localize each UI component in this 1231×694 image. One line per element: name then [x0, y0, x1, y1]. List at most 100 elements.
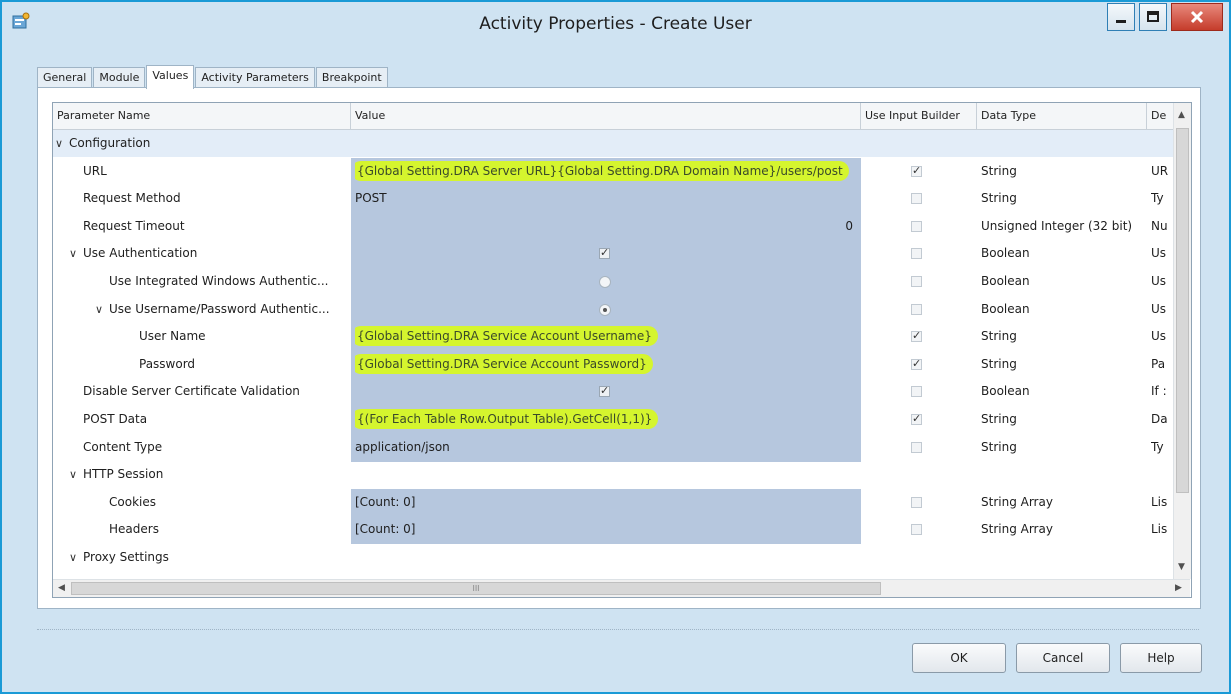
- parameter-name-cell: ∨ Use Authentication: [53, 240, 365, 267]
- value-label: application/json: [355, 439, 450, 454]
- horizontal-scrollbar[interactable]: ◀ III ▶: [53, 579, 1190, 597]
- column-header-value[interactable]: Value: [351, 103, 861, 129]
- column-header-description[interactable]: De: [1147, 103, 1173, 129]
- use-input-builder-checkbox[interactable]: [911, 441, 922, 453]
- use-input-builder-checkbox[interactable]: [911, 220, 922, 232]
- use-input-builder-checkbox[interactable]: [911, 412, 922, 425]
- use-input-builder-checkbox[interactable]: [911, 357, 922, 370]
- scroll-left-arrow-icon[interactable]: ◀: [58, 583, 65, 593]
- use-input-builder-checkbox[interactable]: [911, 329, 922, 343]
- parameter-name-label: Headers: [109, 522, 159, 537]
- horizontal-scroll-thumb[interactable]: III: [71, 582, 881, 595]
- close-icon: [1190, 10, 1204, 24]
- chevron-down-icon[interactable]: ∨: [69, 240, 83, 267]
- parameter-name-label: User Name: [139, 329, 206, 344]
- property-row[interactable]: Content Type application/json String Ty: [53, 433, 1173, 462]
- use-input-builder-checkbox[interactable]: [911, 524, 922, 536]
- tab-module[interactable]: Module: [93, 67, 146, 88]
- parameter-name-label: Use Authentication: [83, 246, 198, 261]
- property-row[interactable]: ∨ Use Username/Password Authentic... Boole…: [53, 295, 1173, 324]
- use-input-builder-checkbox[interactable]: [911, 248, 922, 260]
- tab-strip: General Module Values Activity Parameters Br…: [37, 65, 389, 89]
- property-row[interactable]: ∨ HTTP Session: [53, 461, 1173, 488]
- property-row[interactable]: Request Timeout 0 Unsigned Integer (32 bit…: [53, 212, 1173, 241]
- value-text[interactable]: {Global Setting.DRA Service Account Pass…: [355, 351, 853, 378]
- help-button[interactable]: Help: [1120, 643, 1202, 673]
- vertical-scrollbar[interactable]: ▲ ▼: [1173, 103, 1191, 579]
- data-type-cell: String Array: [981, 494, 1053, 509]
- use-input-builder-checkbox[interactable]: [911, 386, 922, 398]
- tab-values[interactable]: Values: [146, 65, 195, 89]
- use-input-builder-checkbox[interactable]: [911, 164, 922, 177]
- ok-button[interactable]: OK: [912, 643, 1006, 673]
- property-row[interactable]: Headers [Count: 0] String Array Lis: [53, 516, 1173, 545]
- use-input-builder-checkbox[interactable]: [911, 303, 922, 315]
- close-button[interactable]: [1171, 3, 1223, 31]
- parameter-name-cell: ∨ HTTP Session: [53, 461, 365, 488]
- use-input-builder-checkbox[interactable]: [911, 193, 922, 205]
- tab-breakpoint[interactable]: Breakpoint: [315, 67, 388, 88]
- chevron-down-icon[interactable]: ∨: [69, 544, 83, 571]
- maximize-button[interactable]: [1139, 3, 1167, 31]
- parameter-name-cell: Content Type: [53, 434, 379, 461]
- title-bar[interactable]: Activity Properties - Create User: [2, 2, 1229, 44]
- chevron-down-icon[interactable]: ∨: [69, 461, 83, 488]
- parameter-name-cell: Disable Server Certificate Validation: [53, 378, 379, 405]
- tab-activity-parameters[interactable]: Activity Parameters: [195, 67, 315, 88]
- property-row[interactable]: URL {Global Setting.DRA Server URL}{Globa…: [53, 157, 1173, 186]
- value-checkbox[interactable]: [599, 246, 610, 260]
- chevron-down-icon[interactable]: ∨: [55, 130, 69, 157]
- value-radio-button[interactable]: [599, 303, 611, 316]
- value-radio-button[interactable]: [599, 276, 611, 288]
- dialog-window: Activity Properties - Create User Genera…: [0, 0, 1231, 694]
- property-row[interactable]: POST Data {(For Each Table Row.Output Tab…: [53, 406, 1173, 435]
- data-type-cell: String: [981, 163, 1017, 178]
- value-text[interactable]: [Count: 0]: [355, 489, 853, 516]
- data-type-cell: Boolean: [981, 274, 1030, 288]
- chevron-down-icon[interactable]: ∨: [95, 296, 109, 323]
- property-row[interactable]: User Name {Global Setting.DRA Service Acc…: [53, 323, 1173, 352]
- value-text[interactable]: 0: [355, 213, 853, 240]
- tab-general[interactable]: General: [37, 67, 93, 88]
- property-row[interactable]: Disable Server Certificate Validation Boo…: [53, 378, 1173, 407]
- highlighted-value: {Global Setting.DRA Server URL}{Global S…: [355, 160, 849, 181]
- highlighted-value: {Global Setting.DRA Service Account User…: [355, 326, 658, 347]
- column-header-parameter-name[interactable]: Parameter Name: [53, 103, 351, 129]
- highlighted-value: {Global Setting.DRA Service Account Pass…: [355, 353, 653, 374]
- property-row[interactable]: ∨Use Authentication Boolean Us: [53, 240, 1173, 269]
- value-text[interactable]: {Global Setting.DRA Service Account User…: [355, 323, 853, 350]
- highlighted-value: {(For Each Table Row.Output Table).GetCe…: [355, 409, 659, 429]
- property-row[interactable]: Request Method POST String Ty: [53, 185, 1173, 214]
- parameter-name-label: HTTP Session: [83, 467, 164, 482]
- use-input-builder-checkbox[interactable]: [911, 276, 922, 287]
- value-text[interactable]: POST: [355, 185, 853, 212]
- property-row[interactable]: Use Integrated Windows Authentic... Boole…: [53, 268, 1173, 297]
- value-text[interactable]: {Global Setting.DRA Server URL}{Global S…: [355, 158, 853, 185]
- property-row[interactable]: Password {Global Setting.DRA Service Acco…: [53, 350, 1173, 379]
- property-row[interactable]: Cookies [Count: 0] String Array Lis: [53, 488, 1173, 517]
- property-row[interactable]: ∨ Proxy Settings: [53, 544, 1173, 571]
- scroll-up-arrow-icon[interactable]: ▲: [1178, 110, 1185, 120]
- column-header-data-type[interactable]: Data Type: [977, 103, 1147, 129]
- description-cell: Ty: [1151, 439, 1164, 454]
- data-type-cell: Unsigned Integer (32 bit): [981, 218, 1133, 233]
- vertical-scroll-thumb[interactable]: [1176, 128, 1189, 493]
- value-text[interactable]: [Count: 0]: [355, 516, 853, 543]
- data-type-cell: Boolean: [981, 384, 1030, 399]
- use-input-builder-checkbox[interactable]: [911, 496, 922, 508]
- parameter-name-label: POST Data: [83, 412, 148, 426]
- data-type-cell: Boolean: [981, 246, 1030, 261]
- minimize-icon: [1116, 20, 1126, 23]
- value-text[interactable]: application/json: [355, 434, 853, 461]
- value-label: [Count: 0]: [355, 522, 416, 537]
- scroll-down-arrow-icon[interactable]: ▼: [1178, 562, 1185, 572]
- description-cell: Da: [1151, 412, 1168, 426]
- column-header-use-input-builder[interactable]: Use Input Builder: [861, 103, 977, 129]
- cancel-button[interactable]: Cancel: [1016, 643, 1110, 673]
- value-text[interactable]: {(For Each Table Row.Output Table).GetCe…: [355, 406, 853, 433]
- value-checkbox[interactable]: [599, 384, 610, 398]
- category-row[interactable]: ∨ Configuration: [53, 130, 1173, 157]
- minimize-button[interactable]: [1107, 3, 1135, 31]
- parameter-name-label: Proxy Settings: [83, 550, 169, 564]
- scroll-right-arrow-icon[interactable]: ▶: [1175, 583, 1182, 593]
